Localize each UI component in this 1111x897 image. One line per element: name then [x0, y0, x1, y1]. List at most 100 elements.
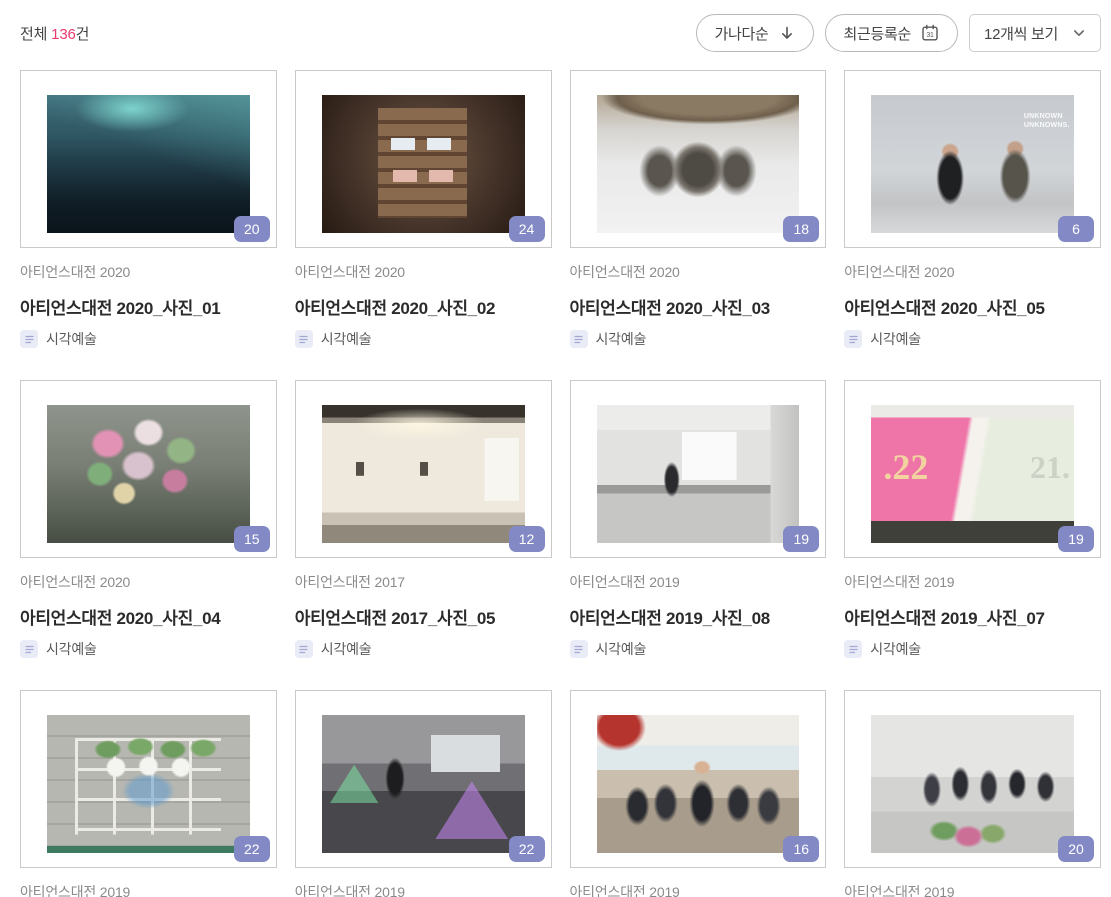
photo-count-badge: 22	[509, 836, 545, 862]
photo-wall-sign-text: UNKNOWN UNKNOWNS.	[1024, 113, 1064, 131]
sort-recent-button[interactable]: 최근등록순 31	[825, 14, 959, 52]
card-tag-label: 시각예술	[321, 329, 372, 349]
card-photo	[47, 715, 250, 853]
card-tag: 시각예술	[844, 329, 1101, 349]
arrow-down-icon	[779, 25, 795, 41]
toolbar: 전체 136건 가나다순 최근등록순 31 12개씩 보기	[0, 0, 1111, 52]
card[interactable]: 19 아티언스대전 2019 아티언스대전 2019_사진_08 시각예술	[570, 380, 827, 659]
card[interactable]: .22 21. 19 아티언스대전 2019 아티언스대전 2019_사진_07…	[844, 380, 1101, 659]
card-photo	[597, 95, 800, 233]
card-category: 아티언스대전 2019	[570, 572, 827, 592]
card[interactable]: 22 아티언스대전 2019	[20, 690, 277, 897]
total-prefix: 전체	[20, 26, 51, 43]
document-lines-icon	[570, 330, 588, 348]
card-thumbnail-frame: 22	[295, 690, 552, 868]
card[interactable]: 22 아티언스대전 2019	[295, 690, 552, 897]
photo-count-badge: 6	[1058, 216, 1094, 242]
total-suffix: 건	[76, 26, 90, 43]
card-tag-label: 시각예술	[321, 639, 372, 659]
page-size-select[interactable]: 12개씩 보기	[969, 14, 1101, 52]
card-thumbnail-frame: .22 21. 19	[844, 380, 1101, 558]
photo-projection-number-left: .22	[883, 446, 928, 488]
card-title: 아티언스대전 2017_사진_05	[295, 604, 552, 629]
card[interactable]: 20 아티언스대전 2019	[844, 690, 1101, 897]
card[interactable]: 15 아티언스대전 2020 아티언스대전 2020_사진_04 시각예술	[20, 380, 277, 659]
photo-count-badge: 18	[783, 216, 819, 242]
card-thumbnail-frame: 15	[20, 380, 277, 558]
card-category: 아티언스대전 2019	[844, 882, 1101, 897]
results-grid: 20 아티언스대전 2020 아티언스대전 2020_사진_01 시각예술 24…	[0, 52, 1111, 897]
card[interactable]: 18 아티언스대전 2020 아티언스대전 2020_사진_03 시각예술	[570, 70, 827, 349]
document-lines-icon	[844, 330, 862, 348]
sort-recent-label: 최근등록순	[844, 23, 912, 44]
card-category: 아티언스대전 2019	[570, 882, 827, 897]
sort-alphabetical-button[interactable]: 가나다순	[696, 14, 814, 52]
card-photo	[47, 405, 250, 543]
card-title: 아티언스대전 2020_사진_03	[570, 294, 827, 319]
card-category: 아티언스대전 2019	[844, 572, 1101, 592]
card-tag-label: 시각예술	[46, 639, 97, 659]
document-lines-icon	[20, 640, 38, 658]
card-tag: 시각예술	[844, 639, 1101, 659]
card-tag: 시각예술	[20, 329, 277, 349]
document-lines-icon	[20, 330, 38, 348]
card-thumbnail-frame: 16	[570, 690, 827, 868]
card-thumbnail-frame: 20	[20, 70, 277, 248]
card-photo	[322, 405, 525, 543]
card-thumbnail-frame: 19	[570, 380, 827, 558]
card-category: 아티언스대전 2019	[20, 882, 277, 897]
document-lines-icon	[570, 640, 588, 658]
card-title: 아티언스대전 2020_사진_02	[295, 294, 552, 319]
card[interactable]: 20 아티언스대전 2020 아티언스대전 2020_사진_01 시각예술	[20, 70, 277, 349]
calendar-31-icon: 31	[921, 24, 939, 42]
card-category: 아티언스대전 2020	[20, 262, 277, 282]
card-category: 아티언스대전 2017	[295, 572, 552, 592]
card-photo	[322, 715, 525, 853]
card-photo	[871, 715, 1074, 853]
card-tag-label: 시각예술	[46, 329, 97, 349]
document-lines-icon	[295, 640, 313, 658]
total-count-value: 136	[51, 26, 75, 43]
photo-count-badge: 16	[783, 836, 819, 862]
sort-controls: 가나다순 최근등록순 31 12개씩 보기	[696, 14, 1101, 52]
card-photo	[47, 95, 250, 233]
chevron-down-icon	[1072, 26, 1086, 40]
card-photo	[597, 715, 800, 853]
card-thumbnail-frame: 20	[844, 690, 1101, 868]
card-tag-label: 시각예술	[870, 329, 921, 349]
sort-alphabetical-label: 가나다순	[715, 23, 769, 44]
card[interactable]: 16 아티언스대전 2019	[570, 690, 827, 897]
document-lines-icon	[844, 640, 862, 658]
card-category: 아티언스대전 2020	[570, 262, 827, 282]
card-title: 아티언스대전 2020_사진_05	[844, 294, 1101, 319]
card[interactable]: 12 아티언스대전 2017 아티언스대전 2017_사진_05 시각예술	[295, 380, 552, 659]
total-count-label: 전체 136건	[20, 23, 89, 44]
card[interactable]: 24 아티언스대전 2020 아티언스대전 2020_사진_02 시각예술	[295, 70, 552, 349]
photo-count-badge: 19	[1058, 526, 1094, 552]
document-lines-icon	[295, 330, 313, 348]
card-tag: 시각예술	[570, 639, 827, 659]
card-category: 아티언스대전 2020	[844, 262, 1101, 282]
photo-count-badge: 15	[234, 526, 270, 552]
card-title: 아티언스대전 2019_사진_07	[844, 604, 1101, 629]
card-category: 아티언스대전 2020	[295, 262, 552, 282]
card-photo	[597, 405, 800, 543]
card-title: 아티언스대전 2020_사진_01	[20, 294, 277, 319]
photo-projection-number-right: 21.	[1030, 449, 1070, 486]
photo-count-badge: 20	[234, 216, 270, 242]
card-tag: 시각예술	[20, 639, 277, 659]
card-tag: 시각예술	[295, 639, 552, 659]
card-thumbnail-frame: 18	[570, 70, 827, 248]
card-thumbnail-frame: 12	[295, 380, 552, 558]
card-tag-label: 시각예술	[870, 639, 921, 659]
card-category: 아티언스대전 2020	[20, 572, 277, 592]
card-tag: 시각예술	[295, 329, 552, 349]
card-title: 아티언스대전 2019_사진_08	[570, 604, 827, 629]
card-thumbnail-frame: 22	[20, 690, 277, 868]
card-tag-label: 시각예술	[596, 639, 647, 659]
card-thumbnail-frame: UNKNOWN UNKNOWNS. 6	[844, 70, 1101, 248]
photo-count-badge: 22	[234, 836, 270, 862]
card-category: 아티언스대전 2019	[295, 882, 552, 897]
card[interactable]: UNKNOWN UNKNOWNS. 6 아티언스대전 2020 아티언스대전 2…	[844, 70, 1101, 349]
card-photo	[322, 95, 525, 233]
